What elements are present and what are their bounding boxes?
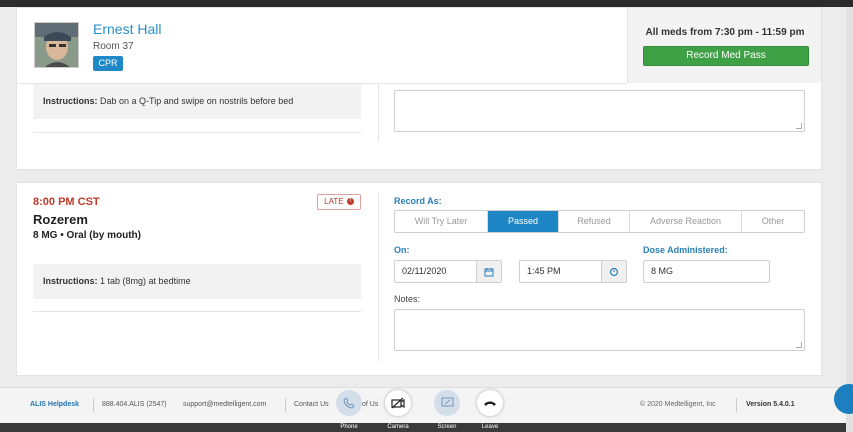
med1-column-divider — [378, 84, 379, 142]
med1-instructions: Instructions: Dab on a Q-Tip and swipe o… — [33, 84, 361, 119]
record-as-segmented-control: Will Try Later Passed Refused Adverse Re… — [394, 210, 805, 233]
dose-administered-label: Dose Administered: — [643, 245, 728, 255]
clock-icon[interactable] — [601, 261, 626, 282]
phone-button[interactable] — [336, 390, 362, 416]
record-med-pass-button[interactable]: Record Med Pass — [643, 46, 809, 66]
footer-divider — [736, 398, 737, 412]
date-value: 02/11/2020 — [402, 266, 447, 276]
footer-phone: 888.404.ALIS (2547) — [102, 401, 167, 408]
notes-label: Notes: — [394, 294, 421, 304]
footer-copyright: © 2020 Medtelligent, Inc — [640, 401, 716, 408]
dose-administered-value: 8 MG — [651, 266, 674, 276]
med-pass-panel: All meds from 7:30 pm - 11:59 pm Record … — [627, 8, 821, 83]
footer-divider — [93, 398, 94, 412]
med-pass-window: All meds from 7:30 pm - 11:59 pm — [645, 27, 805, 38]
leave-button[interactable] — [477, 390, 503, 416]
on-label: On: — [394, 245, 410, 255]
footer-email-link[interactable]: support@medtelligent.com — [183, 401, 266, 408]
drug-dose: 8 MG • Oral (by mouth) — [33, 230, 141, 241]
resident-avatar — [34, 22, 79, 68]
med2-instructions: Instructions: 1 tab (8mg) at bedtime — [33, 264, 361, 299]
medication-card: 8:00 PM CST LATE ! Rozerem 8 MG • Oral (… — [16, 182, 822, 376]
leave-label: Leave — [481, 424, 499, 430]
phone-label: Phone — [340, 424, 358, 430]
window-top-bar — [0, 0, 853, 7]
resident-card: Ernest Hall Room 37 CPR All meds from 7:… — [16, 7, 822, 170]
option-adverse-reaction[interactable]: Adverse Reaction — [630, 211, 742, 232]
camera-button[interactable] — [385, 390, 411, 416]
page-scrollbar[interactable] — [846, 7, 853, 432]
footer-divider — [285, 398, 286, 412]
footer-contact-link[interactable]: Contact Us — [294, 401, 329, 408]
resident-room: Room 37 — [93, 41, 134, 52]
instructions-label: Instructions: — [43, 276, 98, 286]
late-badge: LATE ! — [317, 194, 361, 210]
cpr-badge: CPR — [93, 56, 123, 71]
option-will-try-later[interactable]: Will Try Later — [395, 211, 488, 232]
time-field[interactable]: 1:45 PM — [519, 260, 627, 283]
instructions-text: 1 tab (8mg) at bedtime — [100, 276, 191, 286]
med2-column-divider — [378, 193, 379, 361]
camera-label: Camera — [387, 424, 409, 430]
med2-separator — [33, 311, 361, 312]
footer-helpdesk-link[interactable]: ALIS Helpdesk — [30, 401, 79, 408]
drug-name: Rozerem — [33, 212, 88, 227]
instructions-text: Dab on a Q-Tip and swipe on nostrils bef… — [100, 96, 294, 106]
screen-share-button[interactable] — [434, 390, 460, 416]
option-other[interactable]: Other — [742, 211, 804, 232]
footer-terms-link[interactable]: of Us — [362, 401, 378, 408]
option-passed[interactable]: Passed — [488, 211, 559, 232]
med1-separator — [33, 132, 361, 133]
resident-name[interactable]: Ernest Hall — [93, 21, 161, 37]
resize-handle-icon[interactable] — [796, 342, 802, 348]
phone-icon — [343, 397, 355, 409]
footer: ALIS Helpdesk 888.404.ALIS (2547) suppor… — [0, 387, 846, 423]
calendar-icon[interactable] — [476, 261, 501, 282]
dose-administered-input[interactable]: 8 MG — [643, 260, 770, 283]
date-field[interactable]: 02/11/2020 — [394, 260, 502, 283]
screen-share-icon — [441, 397, 453, 407]
resize-handle-icon[interactable] — [796, 123, 802, 129]
notes-textarea[interactable] — [394, 309, 805, 351]
hang-up-icon — [484, 401, 496, 406]
med1-notes-textarea[interactable] — [394, 90, 805, 132]
instructions-label: Instructions: — [43, 96, 98, 106]
footer-version: Version 5.4.0.1 — [746, 401, 795, 408]
route: Oral (by mouth) — [66, 230, 141, 241]
camera-off-icon — [391, 397, 405, 409]
alert-icon: ! — [346, 198, 354, 206]
record-as-label: Record As: — [394, 196, 442, 206]
med-time: 8:00 PM CST — [33, 196, 100, 208]
dose-amount: 8 MG — [33, 230, 58, 241]
time-value: 1:45 PM — [527, 266, 561, 276]
option-refused[interactable]: Refused — [559, 211, 630, 232]
late-label: LATE — [324, 197, 344, 206]
